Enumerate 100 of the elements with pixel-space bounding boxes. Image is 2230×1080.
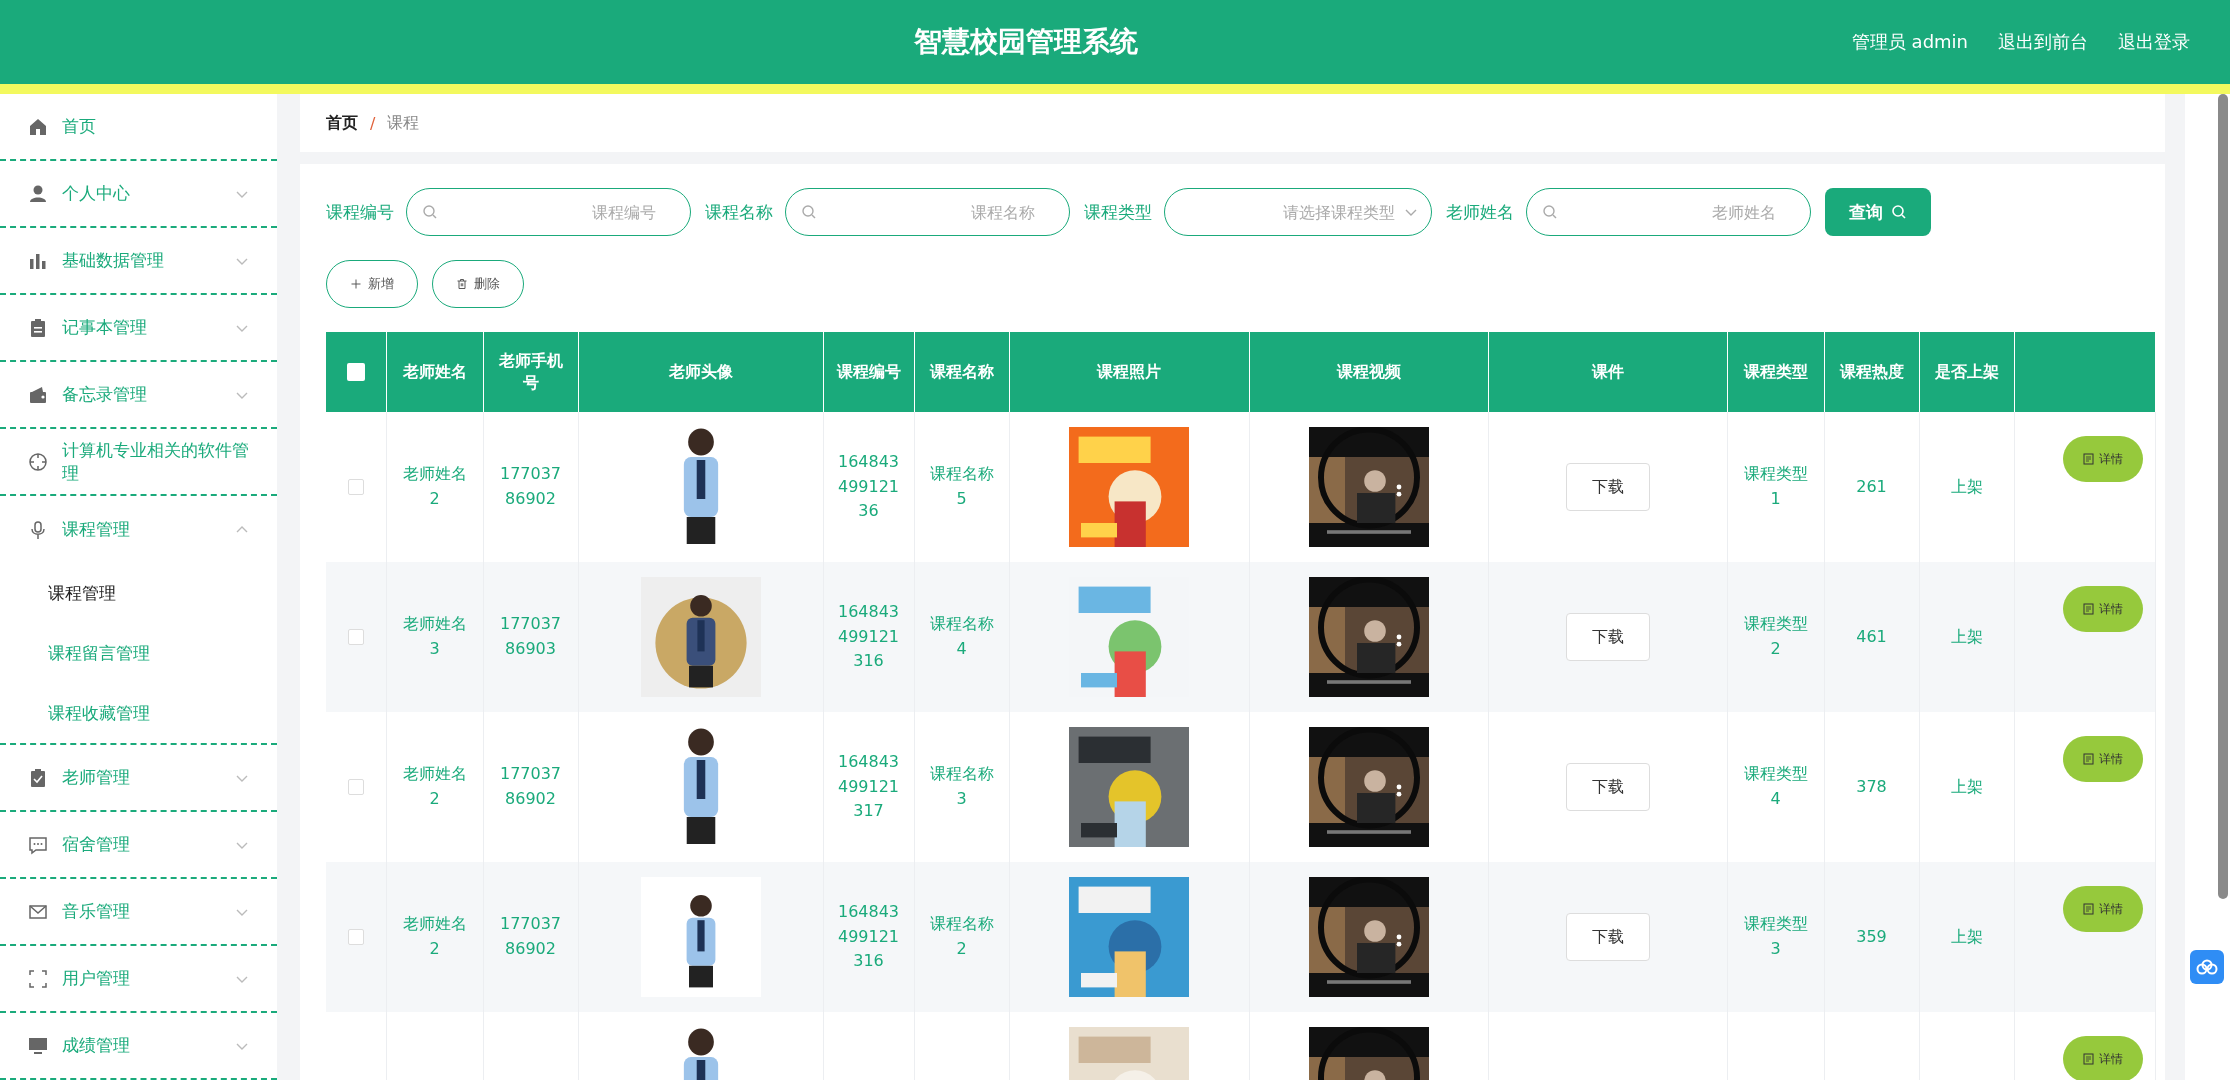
target-icon	[28, 451, 48, 472]
column-header: 课件	[1591, 361, 1624, 381]
add-button[interactable]: 新增	[326, 260, 418, 308]
table-cell: 课程名称2	[929, 914, 994, 958]
type-select[interactable]: 请选择课程类型	[1164, 188, 1432, 236]
frame-icon	[28, 968, 48, 989]
search-icon	[1542, 204, 1558, 220]
user-icon	[28, 183, 48, 204]
search-icon	[422, 204, 438, 220]
filter-label: 课程类型	[1084, 200, 1152, 224]
breadcrumb-link[interactable]: 首页	[326, 112, 358, 134]
table-cell: 老师姓名2	[402, 914, 467, 958]
row-checkbox[interactable]	[347, 779, 364, 796]
delete-button[interactable]: 删除	[432, 260, 524, 308]
table-cell: 上架	[1950, 476, 1983, 496]
submenu-item[interactable]: 课程收藏管理	[0, 683, 277, 743]
filter-label: 老师姓名	[1446, 200, 1514, 224]
table-cell: 16484349912136	[837, 451, 900, 521]
app-title: 智慧校园管理系统	[912, 24, 1139, 60]
mic-icon	[28, 519, 48, 540]
table-cell: 461	[1856, 626, 1887, 646]
menu-item[interactable]: 课程管理	[0, 496, 277, 563]
column-header: 课程编号	[836, 361, 901, 381]
detail-button[interactable]: 详情	[2062, 886, 2143, 932]
table-cell: 359	[1856, 926, 1887, 946]
header-link[interactable]: 管理员 admin	[1851, 30, 1968, 54]
table-cell: 老师姓名2	[402, 764, 467, 808]
menu-item[interactable]: 计算机专业相关的软件管理	[0, 429, 277, 496]
table-cell: 老师姓名2	[402, 464, 467, 508]
filter-label: 课程名称	[705, 200, 773, 224]
search-icon	[801, 204, 817, 220]
column-header: 课程名称	[929, 361, 994, 381]
header-link[interactable]: 退出登录	[2118, 30, 2190, 54]
download-button[interactable]: 下载	[1565, 913, 1650, 961]
search-field[interactable]: 课程名称	[785, 188, 1070, 236]
table-cell: 378	[1856, 776, 1887, 796]
detail-button[interactable]: 详情	[2062, 436, 2143, 482]
table-cell: 老师姓名3	[402, 614, 467, 658]
table-cell: 261	[1856, 476, 1887, 496]
table-cell: 164843499121316	[837, 601, 900, 671]
menu-item[interactable]: 记事本管理	[0, 295, 277, 362]
search-icon	[1891, 204, 1907, 220]
column-header: 是否上架	[1934, 361, 1999, 381]
download-button[interactable]: 下载	[1565, 613, 1650, 661]
table-cell: 上架	[1950, 926, 1983, 946]
search-field[interactable]: 老师姓名	[1526, 188, 1811, 236]
chat-icon	[28, 834, 48, 855]
query-button[interactable]: 查询	[1825, 188, 1931, 236]
column-header: 课程视频	[1336, 361, 1401, 381]
breadcrumb-separator: /	[370, 113, 376, 133]
row-checkbox[interactable]	[347, 479, 364, 496]
search-field[interactable]: 课程编号	[406, 188, 691, 236]
chevron-down-icon	[1404, 207, 1418, 217]
column-header: 老师头像	[668, 361, 733, 381]
trash-icon	[456, 278, 468, 290]
table-cell: 课程类型2	[1743, 614, 1808, 658]
scrollbar-thumb[interactable]	[2218, 94, 2228, 899]
column-header: 课程热度	[1839, 361, 1904, 381]
cloud-icon	[2196, 959, 2218, 975]
table-cell: 课程名称5	[929, 464, 994, 508]
row-checkbox[interactable]	[347, 629, 364, 646]
row-checkbox[interactable]	[347, 929, 364, 946]
column-header: 课程照片	[1097, 361, 1161, 381]
home-icon	[28, 116, 48, 137]
table-cell: 课程名称4	[929, 614, 994, 658]
menu-item[interactable]: 个人中心	[0, 161, 277, 228]
table-cell: 164843499121317	[837, 751, 900, 821]
monitor-icon	[28, 1035, 48, 1056]
column-header: 老师手机号	[498, 350, 563, 392]
menu-item[interactable]: 成绩管理	[0, 1013, 277, 1080]
detail-button[interactable]: 详情	[2062, 736, 2143, 782]
submenu-item[interactable]: 课程留言管理	[0, 623, 277, 683]
detail-button[interactable]: 详情	[2062, 586, 2143, 632]
filter-label: 课程编号	[326, 200, 394, 224]
submenu-item[interactable]: 课程管理	[0, 563, 277, 623]
menu-item[interactable]: 宿舍管理	[0, 812, 277, 879]
wallet-icon	[28, 384, 48, 405]
plus-icon	[350, 278, 362, 290]
download-button[interactable]: 下载	[1565, 463, 1650, 511]
table-cell: 课程名称3	[929, 764, 994, 808]
select-all-checkbox[interactable]	[346, 363, 365, 382]
table-cell: 164843499121316	[837, 901, 900, 971]
cloud-button[interactable]	[2190, 950, 2224, 984]
header-link[interactable]: 退出到前台	[1998, 30, 2088, 54]
menu-item[interactable]: 音乐管理	[0, 879, 277, 946]
menu-item[interactable]: 备忘录管理	[0, 362, 277, 429]
document-icon	[2082, 753, 2094, 765]
table-cell: 课程类型1	[1743, 464, 1808, 508]
table-cell: 课程类型4	[1743, 764, 1808, 808]
menu-item[interactable]: 首页	[0, 94, 277, 161]
table-cell: 课程类型3	[1743, 914, 1808, 958]
clipboard-icon	[28, 317, 48, 338]
table-cell: 上架	[1950, 626, 1983, 646]
menu-item[interactable]: 用户管理	[0, 946, 277, 1013]
table-cell: 17703786903	[499, 614, 562, 658]
menu-item[interactable]: 基础数据管理	[0, 228, 277, 295]
download-button[interactable]: 下载	[1565, 763, 1650, 811]
check-icon	[28, 767, 48, 788]
detail-button[interactable]: 详情	[2062, 1036, 2143, 1080]
menu-item[interactable]: 老师管理	[0, 745, 277, 812]
